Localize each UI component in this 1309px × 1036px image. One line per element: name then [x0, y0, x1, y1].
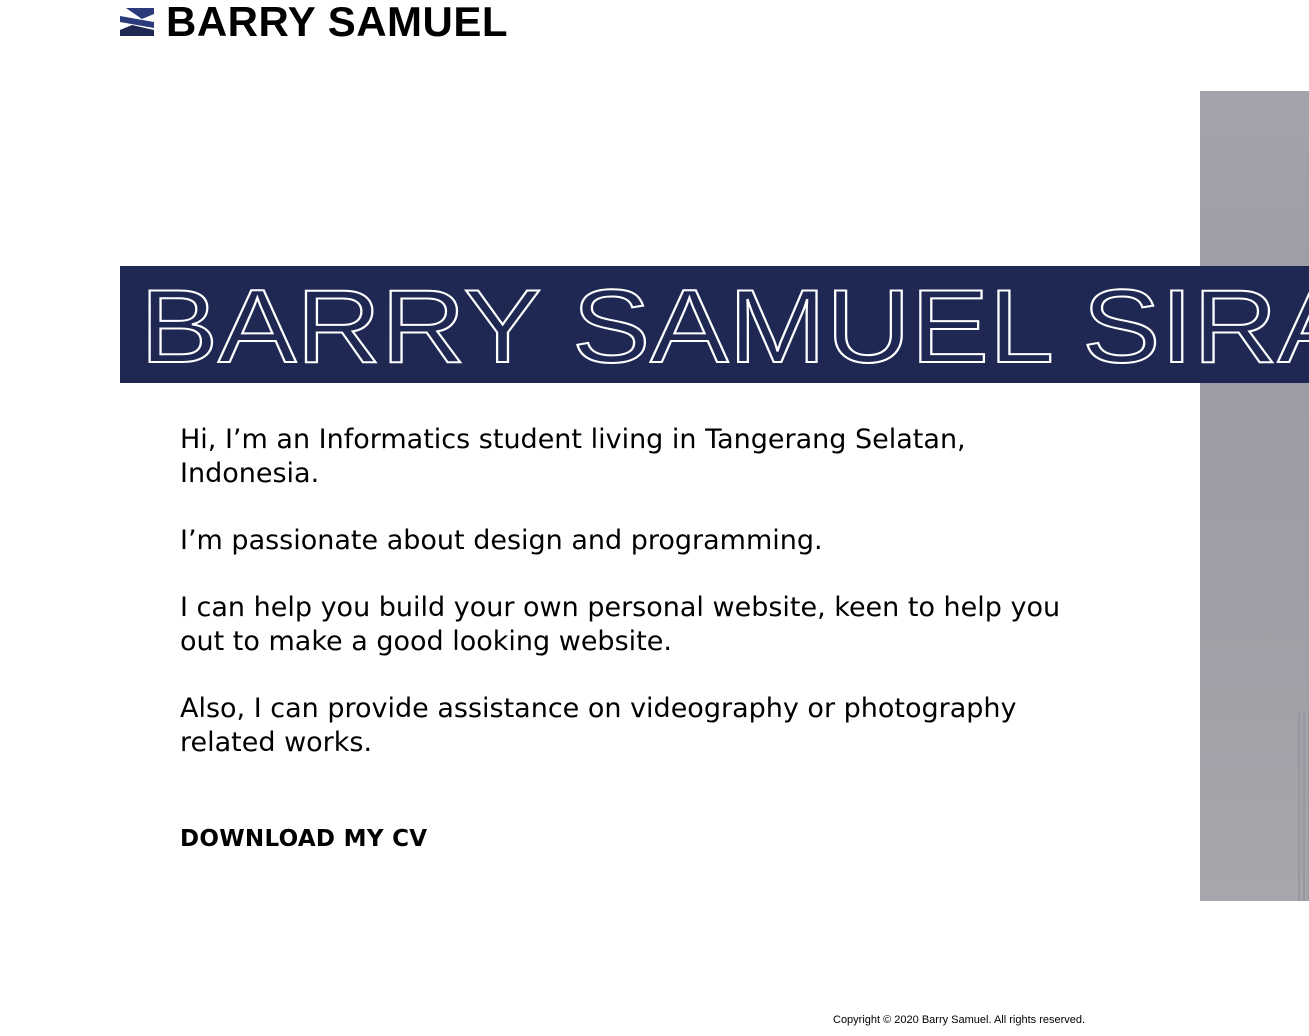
- download-cv-link[interactable]: DOWNLOAD MY CV: [180, 826, 427, 852]
- about-paragraph-website: I can help you build your own personal w…: [180, 592, 1061, 657]
- about-paragraph-video: Also, I can provide assistance on videog…: [180, 693, 1017, 758]
- site-title: BARRY SAMUEL: [166, 0, 509, 45]
- photo-texture: [1298, 711, 1309, 901]
- hero-banner: BARRY SAMUEL SIRAIT: [120, 266, 1309, 383]
- hero-banner-text: BARRY SAMUEL SIRAIT: [140, 269, 1309, 383]
- hero-banner-svg: BARRY SAMUEL SIRAIT: [139, 268, 1309, 383]
- s-logo-icon: [120, 8, 154, 36]
- about-paragraph-intro: Hi, I’m an Informatics student living in…: [180, 424, 966, 489]
- footer-copyright: Copyright © 2020 Barry Samuel. All right…: [833, 1014, 1086, 1026]
- page: BARRY SAMUEL BARRY SAMUEL SIRAIT Hi, I’m…: [0, 0, 1309, 1036]
- about-section: Hi, I’m an Informatics student living in…: [180, 423, 1110, 793]
- profile-photo: [1200, 91, 1309, 901]
- logo-link[interactable]: BARRY SAMUEL: [120, 0, 508, 44]
- about-paragraph-passion: I’m passionate about design and programm…: [180, 525, 823, 556]
